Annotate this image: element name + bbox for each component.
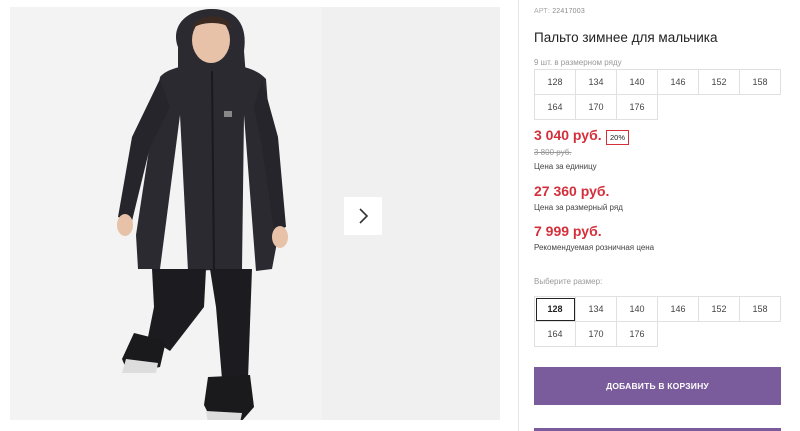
row-price: 27 360 руб. <box>534 183 610 199</box>
size-row-cell: 152 <box>699 70 740 95</box>
unit-price: 3 040 руб. <box>534 127 602 143</box>
article-value: 22417003 <box>552 8 585 15</box>
choose-size-label: Выберите размер: <box>534 277 603 286</box>
size-row-cell: 140 <box>617 70 658 95</box>
old-price: 3 800 руб. <box>534 148 572 157</box>
size-option-176[interactable]: 176 <box>617 322 658 347</box>
grid-spacer <box>740 321 781 347</box>
size-row-cell: 146 <box>658 70 699 95</box>
grid-spacer <box>658 321 699 347</box>
size-option-140[interactable]: 140 <box>617 297 658 322</box>
grid-spacer <box>699 94 740 120</box>
discount-badge: 20% <box>606 130 630 145</box>
product-photo <box>10 7 322 420</box>
size-row-cell: 164 <box>535 95 576 120</box>
article-label: АРТ: <box>534 8 551 15</box>
unit-price-caption: Цена за единицу <box>534 162 597 171</box>
size-option-134[interactable]: 134 <box>576 297 617 322</box>
grid-spacer <box>699 321 740 347</box>
size-row-table: 128 134 140 146 152 158 164 170 176 <box>534 69 781 120</box>
grid-spacer <box>658 94 699 120</box>
size-option-158[interactable]: 158 <box>740 297 781 322</box>
size-option-128[interactable]: 128 <box>535 297 576 322</box>
size-row-cell: 170 <box>576 95 617 120</box>
product-gallery <box>10 7 500 420</box>
next-image-button[interactable] <box>344 197 382 235</box>
retail-price-caption: Рекомендуемая розничная цена <box>534 243 655 252</box>
retail-price: 7 999 руб. <box>534 223 602 239</box>
grid-spacer <box>740 94 781 120</box>
size-selector: 128 134 140 146 152 158 164 170 176 <box>534 296 781 347</box>
product-title: Пальто зимнее для мальчика <box>534 30 718 45</box>
product-page: АРТ: 22417003 Пальто зимнее для мальчика… <box>0 0 800 431</box>
size-option-146[interactable]: 146 <box>658 297 699 322</box>
size-option-170[interactable]: 170 <box>576 322 617 347</box>
size-row-cell: 128 <box>535 70 576 95</box>
chevron-right-icon <box>359 208 369 224</box>
size-row-cell: 158 <box>740 70 781 95</box>
size-row-cell: 176 <box>617 95 658 120</box>
size-option-152[interactable]: 152 <box>699 297 740 322</box>
size-row-note: 9 шт. в размерном ряду <box>534 58 622 67</box>
add-to-cart-button[interactable]: ДОБАВИТЬ В КОРЗИНУ <box>534 367 781 405</box>
size-row-cell: 134 <box>576 70 617 95</box>
column-divider <box>518 0 519 431</box>
size-option-164[interactable]: 164 <box>535 322 576 347</box>
article-number: АРТ: 22417003 <box>534 8 585 15</box>
row-price-caption: Цена за размерный ряд <box>534 203 623 212</box>
